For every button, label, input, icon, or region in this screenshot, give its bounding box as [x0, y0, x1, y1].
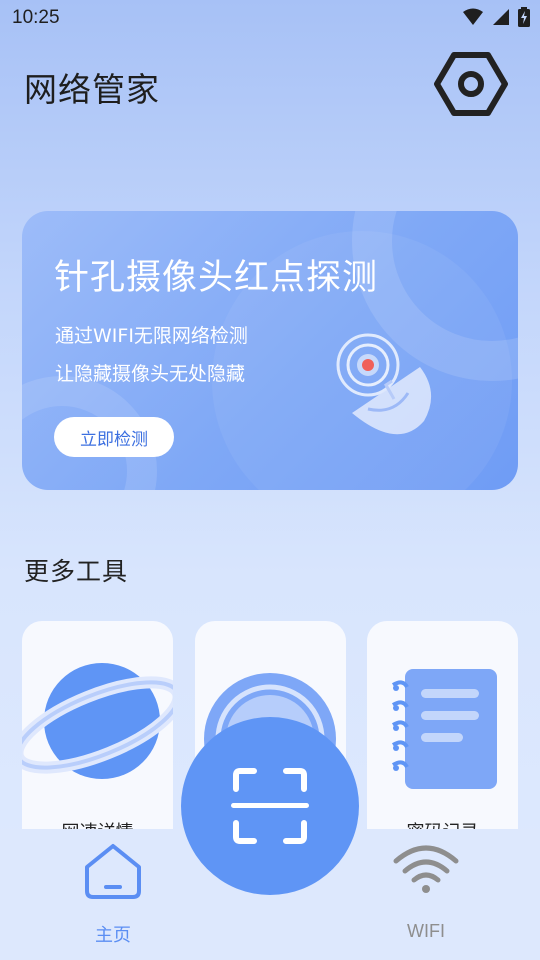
status-icons [462, 7, 530, 27]
page-title: 网络管家 [24, 70, 160, 109]
tool-card-password-record[interactable]: 密码记录 [367, 621, 518, 851]
cellular-signal-icon [493, 9, 509, 25]
radar-dish-icon [336, 333, 432, 435]
wifi-icon [393, 845, 459, 893]
notebook-icon [391, 669, 497, 789]
banner-title: 针孔摄像头红点探测 [54, 258, 379, 298]
status-time: 10:25 [12, 7, 60, 28]
home-icon [85, 844, 141, 899]
settings-button[interactable] [434, 51, 508, 117]
status-bar: 10:25 [0, 0, 540, 36]
tool-card-speed-detail[interactable]: 网速详情 [22, 621, 173, 851]
banner-subtitle-2: 让隐藏摄像头无处隐藏 [55, 363, 246, 385]
banner-subtitle-1: 通过WIFI无限网络检测 [55, 325, 248, 347]
nav-label-home: 主页 [95, 925, 131, 946]
detect-now-button[interactable]: 立即检测 [54, 417, 174, 457]
settings-hex-nut-icon [434, 52, 508, 116]
scan-button[interactable] [181, 717, 359, 895]
wifi-icon [463, 8, 483, 25]
scan-frame-icon [231, 768, 309, 844]
nav-label-wifi: WIFI [407, 921, 445, 941]
planet-icon [22, 663, 173, 779]
camera-detect-banner: 针孔摄像头红点探测 通过WIFI无限网络检测 让隐藏摄像头无处隐藏 立即检测 [22, 211, 518, 490]
battery-charging-icon [518, 7, 530, 27]
more-tools-title: 更多工具 [24, 557, 129, 586]
nav-item-home[interactable]: 主页 [43, 829, 183, 960]
nav-item-wifi[interactable]: WIFI [356, 829, 496, 960]
